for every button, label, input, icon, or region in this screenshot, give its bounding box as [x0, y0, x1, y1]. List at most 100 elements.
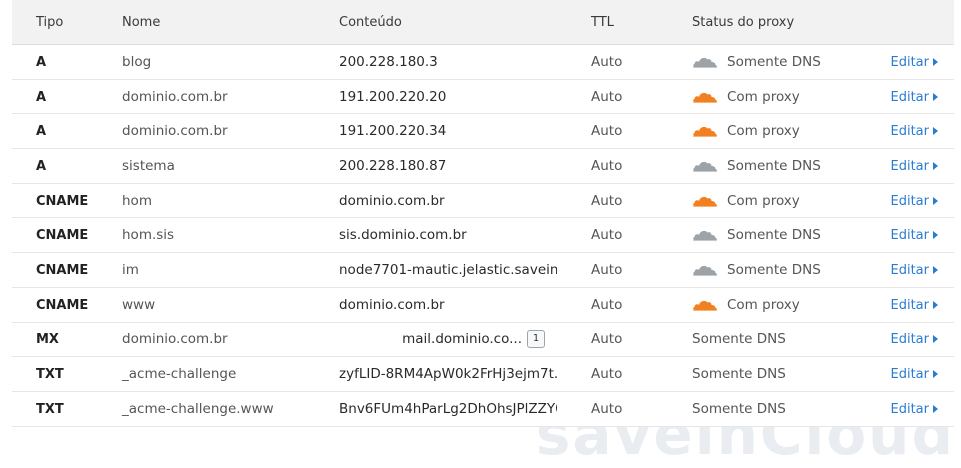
dns-records-table: Tipo Nome Conteúdo TTL Status do proxy A… — [12, 0, 954, 427]
cell-actions: Editar — [857, 158, 954, 174]
table-row[interactable]: TXT _acme-challenge zyfLID-8RM4ApW0k2FrHj3… — [12, 357, 954, 392]
cell-conteudo: 191.200.220.20 — [319, 89, 557, 105]
orange-cloud-icon — [693, 127, 717, 138]
edit-button[interactable]: Editar — [891, 298, 938, 313]
nome-text: sistema — [122, 157, 175, 174]
edit-label[interactable]: Editar — [891, 159, 930, 174]
caret-right-icon[interactable] — [933, 404, 938, 413]
ttl-text: Auto — [591, 400, 623, 417]
cell-ttl: Auto — [557, 366, 661, 382]
cell-ttl: Auto — [557, 401, 661, 417]
cell-ttl: Auto — [557, 193, 661, 209]
grey-cloud-icon — [693, 265, 717, 276]
caret-right-icon[interactable] — [933, 265, 938, 274]
nome-text: _acme-challenge — [122, 366, 237, 383]
cell-actions: Editar — [857, 331, 954, 347]
conteudo-text: 191.200.220.34 — [339, 123, 447, 140]
conteudo-text: 191.200.220.20 — [339, 88, 447, 105]
table-row[interactable]: Adominio.com.br 191.200.220.20 Auto Com pro… — [12, 79, 954, 115]
caret-right-icon[interactable] — [933, 335, 938, 344]
cell-nome: im — [110, 262, 319, 278]
edit-button[interactable]: Editar — [891, 332, 938, 347]
edit-button[interactable]: Editar — [891, 402, 938, 417]
orange-cloud-icon — [693, 300, 717, 311]
cell-status: Somente DNS — [661, 401, 857, 417]
cell-actions: Editar — [857, 366, 954, 382]
cell-status: Somente DNS — [661, 331, 857, 347]
status-text: Com proxy — [727, 88, 800, 105]
caret-right-icon[interactable] — [933, 300, 938, 309]
table-row[interactable]: Adominio.com.br 191.200.220.34 Auto Com pro… — [12, 114, 954, 150]
cell-tipo: CNAME — [12, 193, 110, 209]
cell-tipo: CNAME — [12, 297, 110, 313]
edit-button[interactable]: Editar — [891, 90, 938, 105]
caret-right-icon[interactable] — [933, 161, 938, 170]
edit-label[interactable]: Editar — [891, 402, 930, 417]
status-text: Somente DNS — [727, 157, 821, 174]
table-row[interactable]: CNAME hom dominio.com.br Auto Com proxy Edita… — [12, 183, 954, 219]
edit-button[interactable]: Editar — [891, 228, 938, 243]
conteudo-text: dominio.com.br — [339, 296, 445, 313]
edit-label[interactable]: Editar — [891, 263, 930, 278]
cell-tipo: A — [12, 123, 110, 139]
table-row[interactable]: CNAME www dominio.com.br Auto Com proxy Edita… — [12, 287, 954, 323]
edit-button[interactable]: Editar — [891, 194, 938, 209]
conteudo-text: dominio.com.br — [339, 192, 445, 209]
cell-conteudo: node7701-mautic.jelastic.saveincl... — [319, 262, 557, 278]
cell-conteudo: Bnv6FUm4hParLg2DhOhsJPlZZY0l... — [319, 401, 557, 417]
cell-status: Com proxy — [661, 123, 857, 139]
edit-button[interactable]: Editar — [891, 263, 938, 278]
edit-label[interactable]: Editar — [891, 332, 930, 347]
nome-text: _acme-challenge.www — [122, 400, 274, 417]
header-ttl[interactable]: TTL — [557, 15, 661, 30]
edit-label[interactable]: Editar — [891, 90, 930, 105]
edit-label[interactable]: Editar — [891, 55, 930, 70]
cell-actions: Editar — [857, 123, 954, 139]
cell-status: Somente DNS — [661, 366, 857, 382]
edit-label[interactable]: Editar — [891, 298, 930, 313]
tipo-text: CNAME — [36, 228, 89, 244]
header-tipo[interactable]: Tipo — [12, 15, 110, 30]
edit-button[interactable]: Editar — [891, 159, 938, 174]
ttl-text: Auto — [591, 123, 623, 140]
edit-label[interactable]: Editar — [891, 228, 930, 243]
header-nome[interactable]: Nome — [110, 15, 319, 30]
header-conteudo[interactable]: Conteúdo — [319, 15, 557, 30]
cell-tipo: CNAME — [12, 262, 110, 278]
table-row[interactable]: TXT _acme-challenge.www Bnv6FUm4hParLg2DhO… — [12, 391, 954, 427]
caret-right-icon[interactable] — [933, 370, 938, 379]
table-row[interactable]: CNAME im node7701-mautic.jelastic.saveincl… — [12, 253, 954, 288]
caret-right-icon[interactable] — [933, 231, 938, 240]
status-text: Somente DNS — [727, 53, 821, 70]
cell-ttl: Auto — [557, 297, 661, 313]
edit-label[interactable]: Editar — [891, 194, 930, 209]
cell-conteudo: dominio.com.br — [319, 193, 557, 209]
edit-button[interactable]: Editar — [891, 367, 938, 382]
caret-right-icon[interactable] — [933, 57, 938, 66]
edit-label[interactable]: Editar — [891, 124, 930, 139]
conteudo-text: 200.228.180.3 — [339, 53, 438, 70]
cell-tipo: TXT — [12, 366, 110, 382]
cell-nome: _acme-challenge.www — [110, 401, 319, 417]
table-row[interactable]: Asistema 200.228.180.87 Auto Somente DNS Edi… — [12, 149, 954, 184]
tipo-text: MX — [36, 332, 59, 348]
conteudo-text: zyfLID-8RM4ApW0k2FrHj3ejm7t... — [339, 366, 557, 383]
header-status[interactable]: Status do proxy — [661, 15, 857, 30]
table-row[interactable]: MX dominio.com.br mail.dominio.co... 1 Auto S… — [12, 322, 954, 358]
cell-actions: Editar — [857, 193, 954, 209]
table-row[interactable]: Ablog 200.228.180.3 Auto Somente DNS Editar — [12, 45, 954, 80]
table-row[interactable]: CNAME hom.sis sis.dominio.com.br Auto Soment… — [12, 218, 954, 254]
ttl-text: Auto — [591, 261, 623, 278]
caret-right-icon[interactable] — [933, 127, 938, 136]
cell-conteudo: dominio.com.br — [319, 297, 557, 313]
cell-actions: Editar — [857, 227, 954, 243]
caret-right-icon[interactable] — [933, 92, 938, 101]
edit-label[interactable]: Editar — [891, 367, 930, 382]
cell-nome: sistema — [110, 158, 319, 174]
edit-button[interactable]: Editar — [891, 55, 938, 70]
caret-right-icon[interactable] — [933, 196, 938, 205]
edit-button[interactable]: Editar — [891, 124, 938, 139]
cell-ttl: Auto — [557, 158, 661, 174]
ttl-text: Auto — [591, 88, 623, 105]
cell-tipo: MX — [12, 331, 110, 347]
